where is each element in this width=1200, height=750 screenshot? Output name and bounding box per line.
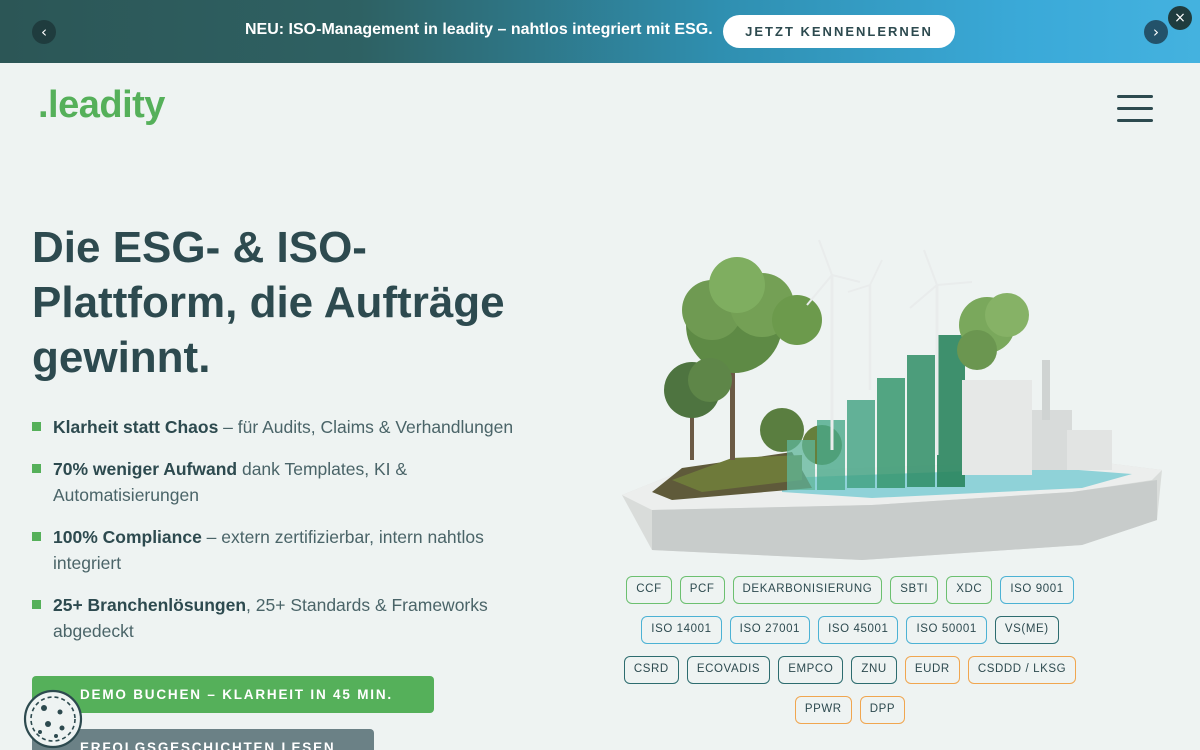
tag-iso-45001[interactable]: ISO 45001 xyxy=(818,616,899,644)
tag-xdc[interactable]: XDC xyxy=(946,576,993,604)
tag-iso-14001[interactable]: ISO 14001 xyxy=(641,616,722,644)
banner-message: NEU: ISO-Management in leadity – nahtlos… xyxy=(245,21,713,38)
tag-csddd-lksg[interactable]: CSDDD / LKSG xyxy=(967,656,1077,684)
demo-button[interactable]: DEMO BUCHEN – KLARHEIT IN 45 MIN. xyxy=(32,676,434,713)
feature-item: 100% Compliance – extern zertifizierbar,… xyxy=(32,524,532,576)
banner-cta-button[interactable]: JETZT KENNENLERNEN xyxy=(723,15,955,48)
tag-sbti[interactable]: SBTI xyxy=(890,576,939,604)
tag-pcf[interactable]: PCF xyxy=(679,576,725,604)
feature-bold: 100% Compliance xyxy=(53,527,202,547)
tag-row: PPWR DPP xyxy=(610,696,1090,724)
feature-list: Klarheit statt Chaos – für Audits, Claim… xyxy=(32,414,532,660)
feature-item: Klarheit statt Chaos – für Audits, Claim… xyxy=(32,414,532,440)
tag-iso-9001[interactable]: ISO 9001 xyxy=(1000,576,1074,604)
tag-dekarbonisierung[interactable]: DEKARBONISIERUNG xyxy=(732,576,883,604)
hero-title: Die ESG- & ISO-Plattform, die Aufträge g… xyxy=(32,223,505,382)
feature-bold: 70% weniger Aufwand xyxy=(53,459,238,479)
sustainability-illustration xyxy=(622,239,1162,560)
tag-row: ISO 14001 ISO 27001 ISO 45001 ISO 50001 VS(M… xyxy=(610,616,1090,644)
tag-iso-27001[interactable]: ISO 27001 xyxy=(729,616,811,644)
tag-ecovadis[interactable]: ECOVADIS xyxy=(686,656,771,684)
tag-ccf[interactable]: CCF xyxy=(626,576,672,604)
chevron-left-icon[interactable]: ‹ xyxy=(32,20,56,44)
menu-bar xyxy=(1117,119,1153,122)
feature-bold: 25+ Branchenlösungen xyxy=(53,595,247,615)
tag-csrd[interactable]: CSRD xyxy=(623,656,679,684)
announcement-banner: ‹ NEU: ISO-Management in leadity – nahtl… xyxy=(0,0,1200,63)
tag-iso-50001[interactable]: ISO 50001 xyxy=(906,616,987,644)
feature-text: – für Audits, Claims & Verhandlungen xyxy=(218,417,514,437)
tag-empco[interactable]: EMPCO xyxy=(778,656,844,684)
menu-bar xyxy=(1117,107,1153,110)
menu-bar xyxy=(1117,95,1153,98)
tag-vs-me-[interactable]: VS(ME) xyxy=(994,616,1059,644)
tag-eudr[interactable]: EUDR xyxy=(904,656,960,684)
hamburger-icon[interactable] xyxy=(1117,95,1153,123)
tag-znu[interactable]: ZNU xyxy=(851,656,897,684)
feature-bold: Klarheit statt Chaos xyxy=(53,417,219,437)
close-icon[interactable]: × xyxy=(1168,6,1192,30)
standards-tags: CCF PCF DEKARBONISIERUNG SBTI XDC ISO 9001 IS… xyxy=(610,576,1090,736)
chevron-right-icon[interactable]: › xyxy=(1144,20,1168,44)
feature-item: 25+ Branchenlösungen, 25+ Standards & Fr… xyxy=(32,592,532,644)
cookie-icon[interactable] xyxy=(22,688,84,750)
tag-dpp[interactable]: DPP xyxy=(859,696,906,724)
feature-item: 70% weniger Aufwand dank Templates, KI &… xyxy=(32,456,532,508)
tag-ppwr[interactable]: PPWR xyxy=(794,696,852,724)
logo[interactable]: .leadity xyxy=(38,84,165,127)
tag-row: CCF PCF DEKARBONISIERUNG SBTI XDC ISO 9001 xyxy=(610,576,1090,604)
tag-row: CSRD ECOVADIS EMPCO ZNU EUDR CSDDD / LKSG xyxy=(610,656,1090,684)
